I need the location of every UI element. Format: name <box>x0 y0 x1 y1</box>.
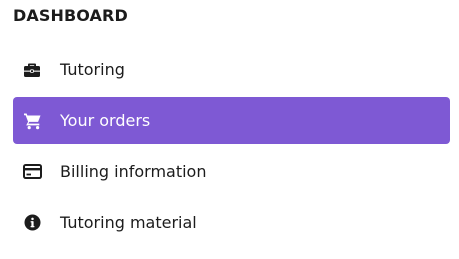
sidebar-item-label: Your orders <box>60 110 151 130</box>
sidebar-item-your-orders[interactable]: Your orders <box>13 97 450 144</box>
shopping-cart-icon <box>22 111 42 131</box>
sidebar-item-label: Tutoring <box>60 59 125 79</box>
dashboard-sidebar: DASHBOARD Tutoring Your orders Billing i… <box>0 0 459 259</box>
sidebar-item-billing-information[interactable]: Billing information <box>13 148 450 195</box>
sidebar-nav: Tutoring Your orders Billing information… <box>13 46 450 250</box>
credit-card-icon <box>22 162 42 182</box>
briefcase-icon <box>22 60 42 80</box>
sidebar-item-label: Tutoring material <box>60 212 197 232</box>
info-icon <box>22 213 42 233</box>
sidebar-item-tutoring-material[interactable]: Tutoring material <box>13 199 450 246</box>
section-title: DASHBOARD <box>13 6 128 25</box>
sidebar-item-tutoring[interactable]: Tutoring <box>13 46 450 93</box>
sidebar-item-label: Billing information <box>60 161 207 181</box>
